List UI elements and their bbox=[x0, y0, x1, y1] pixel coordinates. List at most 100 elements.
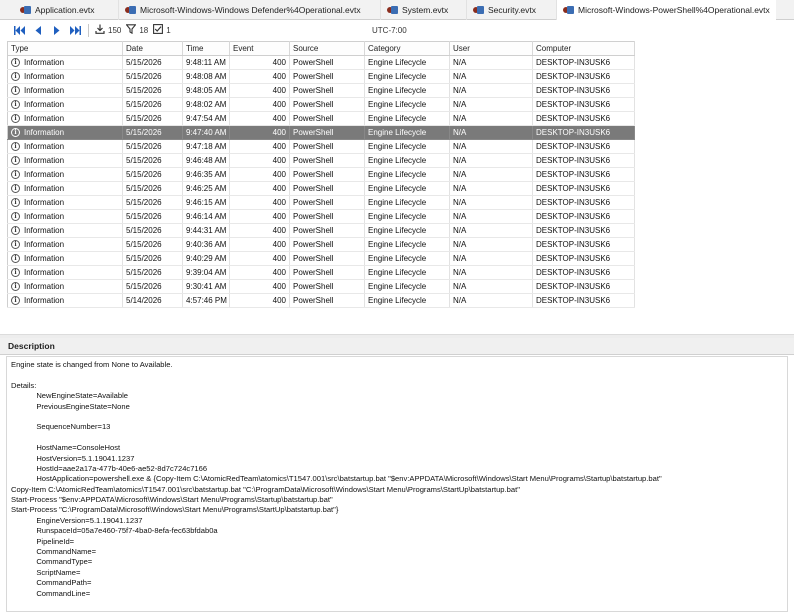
cell-event: 400 bbox=[229, 153, 290, 168]
cell-type-label: Information bbox=[24, 239, 65, 249]
cell-time: 9:46:25 AM bbox=[182, 181, 230, 196]
cell-computer: DESKTOP-IN3USK6 bbox=[532, 125, 635, 140]
information-icon: i bbox=[11, 226, 20, 236]
cell-type-label: Information bbox=[24, 295, 65, 305]
event-row[interactable]: i Information 5/15/2026 9:48:08 AM 400 PowerS… bbox=[7, 69, 635, 84]
event-log-icon bbox=[473, 6, 484, 14]
cell-date: 5/15/2026 bbox=[122, 237, 183, 252]
cell-computer: DESKTOP-IN3USK6 bbox=[532, 111, 635, 126]
cell-computer: DESKTOP-IN3USK6 bbox=[532, 209, 635, 224]
tab-powershell-operational-evtx[interactable]: Microsoft-Windows-PowerShell%4Operationa… bbox=[556, 0, 776, 20]
cell-category: Engine Lifecycle bbox=[364, 83, 450, 98]
cell-category: Engine Lifecycle bbox=[364, 139, 450, 154]
cell-type: i Information bbox=[7, 167, 123, 182]
cell-time: 9:40:29 AM bbox=[182, 251, 230, 266]
cell-date: 5/15/2026 bbox=[122, 251, 183, 266]
tab-system-evtx[interactable]: System.evtx bbox=[380, 0, 454, 20]
column-header-category[interactable]: Category bbox=[364, 41, 450, 56]
event-row[interactable]: i Information 5/15/2026 9:30:41 AM 400 PowerS… bbox=[7, 279, 635, 294]
column-header-computer[interactable]: Computer bbox=[532, 41, 635, 56]
description-line: Details: bbox=[11, 380, 37, 390]
selected-count: 1 bbox=[166, 26, 171, 35]
last-page-icon[interactable] bbox=[68, 24, 82, 38]
cell-category: Engine Lifecycle bbox=[364, 167, 450, 182]
selection-group[interactable]: 1 bbox=[153, 24, 171, 37]
cell-source: PowerShell bbox=[289, 181, 365, 196]
cell-event: 400 bbox=[229, 279, 290, 294]
tab-application-evtx[interactable]: Application.evtx bbox=[14, 0, 101, 20]
filter-group[interactable]: 18 bbox=[125, 24, 148, 37]
event-row[interactable]: i Information 5/15/2026 9:46:35 AM 400 PowerS… bbox=[7, 167, 635, 182]
event-row[interactable]: i Information 5/15/2026 9:46:48 AM 400 PowerS… bbox=[7, 153, 635, 168]
description-text[interactable]: Engine state is changed from None to Ava… bbox=[6, 356, 788, 612]
cell-type-label: Information bbox=[24, 71, 65, 81]
column-header-type[interactable]: Type bbox=[7, 41, 123, 56]
previous-icon[interactable] bbox=[31, 24, 45, 38]
cell-event: 400 bbox=[229, 265, 290, 280]
tab-security-evtx[interactable]: Security.evtx bbox=[466, 0, 542, 20]
cell-date: 5/15/2026 bbox=[122, 167, 183, 182]
cell-date: 5/15/2026 bbox=[122, 223, 183, 238]
cell-type-label: Information bbox=[24, 99, 65, 109]
event-row[interactable]: i Information 5/15/2026 9:46:14 AM 400 PowerS… bbox=[7, 209, 635, 224]
cell-user: N/A bbox=[449, 125, 533, 140]
cell-user: N/A bbox=[449, 139, 533, 154]
event-row[interactable]: i Information 5/15/2026 9:48:02 AM 400 PowerS… bbox=[7, 97, 635, 112]
cell-computer: DESKTOP-IN3USK6 bbox=[532, 167, 635, 182]
cell-user: N/A bbox=[449, 83, 533, 98]
information-icon: i bbox=[11, 72, 20, 82]
column-header-event[interactable]: Event bbox=[229, 41, 290, 56]
information-icon: i bbox=[11, 296, 20, 306]
cell-time: 9:39:04 AM bbox=[182, 265, 230, 280]
event-row[interactable]: i Information 5/15/2026 9:40:29 AM 400 PowerS… bbox=[7, 251, 635, 266]
column-header-user[interactable]: User bbox=[449, 41, 533, 56]
description-line: CommandPath= bbox=[11, 578, 92, 588]
cell-user: N/A bbox=[449, 97, 533, 112]
cell-source: PowerShell bbox=[289, 237, 365, 252]
cell-event: 400 bbox=[229, 223, 290, 238]
cell-event: 400 bbox=[229, 97, 290, 112]
cell-source: PowerShell bbox=[289, 125, 365, 140]
information-icon: i bbox=[11, 184, 20, 194]
cell-type-label: Information bbox=[24, 169, 65, 179]
tab-label: Microsoft-Windows-PowerShell%4Operationa… bbox=[578, 5, 770, 15]
cell-source: PowerShell bbox=[289, 195, 365, 210]
event-row[interactable]: i Information 5/15/2026 9:48:05 AM 400 PowerS… bbox=[7, 83, 635, 98]
event-row[interactable]: i Information 5/15/2026 9:46:15 AM 400 PowerS… bbox=[7, 195, 635, 210]
event-row[interactable]: i Information 5/15/2026 9:47:54 AM 400 PowerS… bbox=[7, 111, 635, 126]
cell-category: Engine Lifecycle bbox=[364, 69, 450, 84]
cell-computer: DESKTOP-IN3USK6 bbox=[532, 223, 635, 238]
information-icon: i bbox=[11, 142, 20, 152]
cell-computer: DESKTOP-IN3USK6 bbox=[532, 83, 635, 98]
column-header-time[interactable]: Time bbox=[182, 41, 230, 56]
cell-type-label: Information bbox=[24, 253, 65, 263]
cell-category: Engine Lifecycle bbox=[364, 251, 450, 266]
cell-time: 9:46:14 AM bbox=[182, 209, 230, 224]
event-row[interactable]: i Information 5/14/2026 4:57:46 PM 400 PowerS… bbox=[7, 293, 635, 308]
cell-date: 5/15/2026 bbox=[122, 181, 183, 196]
event-row[interactable]: i Information 5/15/2026 9:46:25 AM 400 PowerS… bbox=[7, 181, 635, 196]
event-row[interactable]: i Information 5/15/2026 9:44:31 AM 400 PowerS… bbox=[7, 223, 635, 238]
tab-defender-operational-evtx[interactable]: Microsoft-Windows-Windows Defender%4Oper… bbox=[118, 0, 367, 20]
event-row[interactable]: i Information 5/15/2026 9:48:11 AM 400 PowerS… bbox=[7, 55, 635, 70]
event-row[interactable]: i Information 5/15/2026 9:40:36 AM 400 PowerS… bbox=[7, 237, 635, 252]
description-line: Start-Process "C:\ProgramData\Microsoft\… bbox=[11, 505, 339, 515]
description-line: RunspaceId=05a7e460-75f7-4ba0-8efa-fec63… bbox=[11, 526, 218, 536]
column-header-date[interactable]: Date bbox=[122, 41, 183, 56]
event-row[interactable]: i Information 5/15/2026 9:39:04 AM 400 PowerS… bbox=[7, 265, 635, 280]
cell-source: PowerShell bbox=[289, 69, 365, 84]
cell-date: 5/15/2026 bbox=[122, 265, 183, 280]
column-header-source[interactable]: Source bbox=[289, 41, 365, 56]
cell-user: N/A bbox=[449, 55, 533, 70]
first-page-icon[interactable] bbox=[12, 24, 26, 38]
cell-user: N/A bbox=[449, 69, 533, 84]
cell-source: PowerShell bbox=[289, 223, 365, 238]
event-row[interactable]: i Information 5/15/2026 9:47:18 AM 400 PowerS… bbox=[7, 139, 635, 154]
loaded-events-group[interactable]: 150 bbox=[95, 24, 121, 37]
event-row[interactable]: i Information 5/15/2026 9:47:40 AM 400 PowerS… bbox=[7, 125, 635, 140]
cell-source: PowerShell bbox=[289, 209, 365, 224]
download-icon bbox=[95, 24, 105, 37]
event-log-icon bbox=[20, 6, 31, 14]
next-icon[interactable] bbox=[49, 24, 63, 38]
cell-type-label: Information bbox=[24, 141, 65, 151]
